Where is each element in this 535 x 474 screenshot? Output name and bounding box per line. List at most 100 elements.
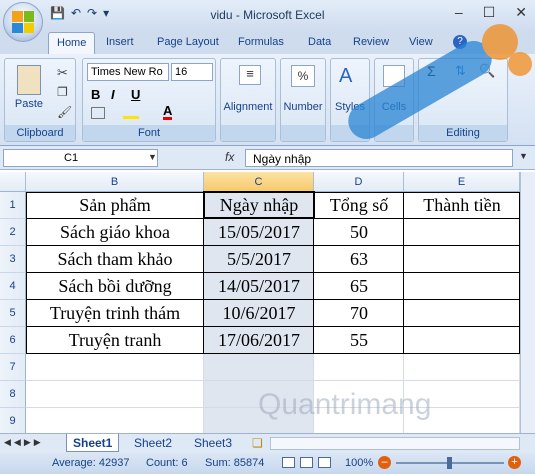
name-box-dropdown-icon[interactable]: ▼: [148, 152, 157, 162]
row-header[interactable]: 3: [0, 246, 26, 273]
underline-button[interactable]: U: [131, 87, 140, 102]
table-cell[interactable]: [404, 273, 520, 300]
styles-label[interactable]: Styles: [331, 99, 369, 115]
table-cell[interactable]: [404, 219, 520, 246]
tab-page-layout[interactable]: Page Layout: [157, 36, 219, 48]
save-icon[interactable]: 💾: [50, 6, 65, 20]
font-color-icon[interactable]: A: [163, 104, 173, 120]
tab-formulas[interactable]: Formulas: [238, 36, 284, 48]
table-cell[interactable]: 65: [314, 273, 404, 300]
table-header-cell[interactable]: Sản phẩm: [26, 192, 204, 219]
column-header-d[interactable]: D: [314, 172, 404, 192]
insert-sheet-icon[interactable]: ❏: [252, 436, 263, 450]
name-box[interactable]: C1: [3, 149, 158, 167]
column-header-c[interactable]: C: [204, 172, 314, 192]
minimize-icon[interactable]: –: [455, 4, 463, 21]
tab-view[interactable]: View: [409, 36, 433, 48]
page-break-view-icon[interactable]: [318, 457, 331, 468]
table-cell[interactable]: [404, 300, 520, 327]
styles-group: A Styles: [330, 58, 370, 142]
column-header-b[interactable]: B: [26, 172, 204, 192]
insert-function-icon[interactable]: fx: [225, 150, 234, 164]
sheet-tab-sheet3[interactable]: Sheet3: [188, 434, 238, 452]
redo-icon[interactable]: ↷: [87, 6, 97, 20]
tab-insert[interactable]: Insert: [106, 36, 134, 48]
select-all-corner[interactable]: [0, 172, 26, 192]
fill-color-icon[interactable]: [123, 107, 139, 119]
sheet-tab-sheet2[interactable]: Sheet2: [128, 434, 178, 452]
help-icon[interactable]: ?: [453, 35, 467, 49]
table-cell[interactable]: 10/6/2017: [204, 300, 314, 327]
tab-data[interactable]: Data: [308, 36, 331, 48]
table-cell[interactable]: Sách bồi dưỡng: [26, 273, 204, 300]
column-header-e[interactable]: E: [404, 172, 520, 192]
alignment-label[interactable]: Alignment: [221, 99, 275, 115]
tab-review[interactable]: Review: [353, 36, 389, 48]
table-cell[interactable]: [404, 246, 520, 273]
number-label[interactable]: Number: [281, 99, 325, 115]
sort-filter-icon[interactable]: ⇅: [455, 63, 466, 79]
percent-icon[interactable]: %: [291, 65, 315, 87]
table-header-cell[interactable]: Tổng số: [314, 192, 404, 219]
table-cell[interactable]: 63: [314, 246, 404, 273]
zoom-out-icon[interactable]: –: [378, 456, 391, 469]
clipboard-label: Clipboard: [5, 125, 75, 141]
undo-icon[interactable]: ↶: [71, 6, 81, 20]
table-cell[interactable]: 50: [314, 219, 404, 246]
formula-bar: C1 ▼ fx Ngày nhập ▼: [0, 146, 535, 170]
find-select-icon[interactable]: 🔍: [479, 63, 495, 79]
normal-view-icon[interactable]: [282, 457, 295, 468]
autosum-icon[interactable]: Σ: [427, 63, 436, 79]
row-header[interactable]: 8: [0, 381, 26, 408]
paste-button[interactable]: Paste: [13, 65, 45, 110]
maximize-icon[interactable]: ☐: [483, 4, 496, 21]
office-button[interactable]: [3, 2, 43, 42]
tab-home[interactable]: Home: [48, 32, 96, 54]
italic-button[interactable]: I: [111, 87, 115, 102]
table-cell[interactable]: Truyện tranh: [26, 327, 204, 354]
zoom-slider-thumb[interactable]: [447, 457, 452, 469]
borders-icon[interactable]: [91, 107, 105, 119]
cells-icon[interactable]: [383, 65, 405, 87]
table-cell[interactable]: [404, 327, 520, 354]
table-cell[interactable]: 14/05/2017: [204, 273, 314, 300]
font-size-select[interactable]: 16: [171, 63, 213, 81]
row-header[interactable]: 7: [0, 354, 26, 381]
horizontal-scrollbar[interactable]: [270, 437, 520, 450]
table-cell[interactable]: Sách giáo khoa: [26, 219, 204, 246]
copy-icon[interactable]: ❐: [57, 85, 68, 99]
sheet-navigation-icon[interactable]: ◀◀▶▶: [4, 437, 44, 448]
row-header[interactable]: 4: [0, 273, 26, 300]
table-cell[interactable]: Truyện trinh thám: [26, 300, 204, 327]
customize-qat-icon[interactable]: ▾: [103, 6, 109, 20]
cells-label[interactable]: Cells: [375, 99, 413, 115]
editing-group: Σ ⇅ 🔍 Editing: [418, 58, 508, 142]
sheet-tab-sheet1[interactable]: Sheet1: [66, 434, 120, 452]
format-painter-icon[interactable]: 🖌: [57, 105, 72, 119]
row-header[interactable]: 1: [0, 192, 26, 219]
formula-input[interactable]: Ngày nhập: [245, 149, 513, 167]
table-cell[interactable]: 5/5/2017: [204, 246, 314, 273]
close-icon[interactable]: ✕: [515, 4, 527, 21]
table-cell[interactable]: 17/06/2017: [204, 327, 314, 354]
font-family-select[interactable]: Times New Ro: [87, 63, 169, 81]
table-cell[interactable]: 70: [314, 300, 404, 327]
table-header-cell[interactable]: Ngày nhập: [204, 192, 314, 219]
row-header[interactable]: 2: [0, 219, 26, 246]
table-cell[interactable]: 15/05/2017: [204, 219, 314, 246]
table-cell[interactable]: 55: [314, 327, 404, 354]
page-layout-view-icon[interactable]: [300, 457, 313, 468]
table-header-cell[interactable]: Thành tiền: [404, 192, 520, 219]
alignment-icon[interactable]: ≡: [239, 65, 261, 85]
zoom-level[interactable]: 100%: [345, 457, 373, 469]
row-header[interactable]: 9: [0, 408, 26, 433]
vertical-scrollbar[interactable]: [520, 172, 535, 433]
row-header[interactable]: 6: [0, 327, 26, 354]
row-header[interactable]: 5: [0, 300, 26, 327]
expand-formula-bar-icon[interactable]: ▼: [519, 151, 528, 161]
cut-icon[interactable]: ✂: [57, 65, 68, 81]
styles-icon[interactable]: A: [339, 65, 352, 88]
table-cell[interactable]: Sách tham khảo: [26, 246, 204, 273]
bold-button[interactable]: B: [91, 87, 100, 102]
zoom-in-icon[interactable]: +: [508, 456, 521, 469]
